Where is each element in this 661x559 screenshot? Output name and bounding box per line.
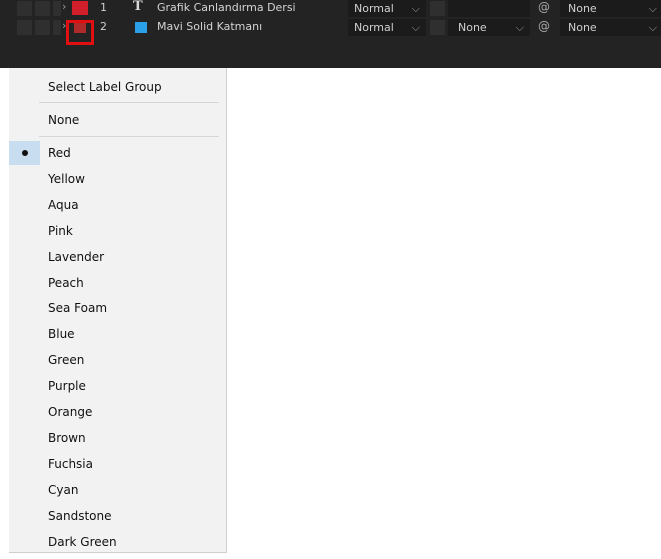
track-matte-dropdown[interactable]: None ⌵	[448, 19, 530, 36]
layer-number: 2	[100, 20, 107, 33]
menu-item-fuchsia[interactable]: Fuchsia	[48, 454, 93, 474]
lock-switch[interactable]	[53, 20, 61, 35]
layer-number: 1	[100, 1, 107, 14]
blend-mode-value: Normal	[354, 21, 394, 34]
menu-item-orange[interactable]: Orange	[48, 402, 92, 422]
menu-item-sandstone[interactable]: Sandstone	[48, 506, 111, 526]
layer-name[interactable]: Grafik Canlandırma Dersi	[157, 1, 296, 14]
pickwhip-icon[interactable]: @	[538, 19, 550, 33]
menu-item-yellow[interactable]: Yellow	[48, 169, 85, 189]
video-switch[interactable]	[17, 20, 32, 35]
menu-item-sea-foam[interactable]: Sea Foam	[48, 298, 107, 318]
menu-item-dark-green[interactable]: Dark Green	[48, 532, 117, 552]
menu-item-brown[interactable]: Brown	[48, 428, 86, 448]
solo-switch[interactable]	[35, 20, 50, 35]
menu-item-cyan[interactable]: Cyan	[48, 480, 78, 500]
blend-mode-value: Normal	[354, 2, 394, 15]
parent-value: None	[568, 2, 597, 15]
blend-mode-dropdown[interactable]: Normal ⌵	[348, 19, 426, 36]
menu-item-pink[interactable]: Pink	[48, 221, 73, 241]
parent-dropdown[interactable]: None ⌵	[560, 19, 661, 36]
solo-switch[interactable]	[35, 1, 50, 16]
menu-separator	[39, 136, 219, 137]
preserve-transparency-toggle[interactable]	[430, 1, 445, 16]
highlight-annotation-box	[66, 20, 94, 45]
chevron-down-icon: ⌵	[515, 21, 524, 34]
layer-row-1[interactable]: › 1 T Grafik Canlandırma Dersi Normal ⌵ …	[0, 0, 661, 17]
menu-item-green[interactable]: Green	[48, 350, 84, 370]
video-switch[interactable]	[17, 1, 32, 16]
chevron-down-icon: ⌵	[648, 2, 657, 15]
menu-item-lavender[interactable]: Lavender	[48, 247, 104, 267]
chevron-right-icon[interactable]: ›	[62, 0, 66, 13]
menu-item-none[interactable]: None	[48, 110, 79, 130]
label-color-swatch[interactable]	[72, 1, 88, 15]
timeline-panel: › 1 T Grafik Canlandırma Dersi Normal ⌵ …	[0, 0, 661, 68]
blend-mode-dropdown[interactable]: Normal ⌵	[348, 0, 426, 17]
track-matte-dropdown[interactable]	[448, 0, 530, 17]
menu-item-red[interactable]: Red	[48, 143, 71, 163]
parent-value: None	[568, 21, 597, 34]
lock-switch[interactable]	[53, 1, 61, 16]
menu-separator	[39, 102, 219, 103]
menu-item-blue[interactable]: Blue	[48, 324, 75, 344]
text-layer-icon: T	[133, 0, 143, 14]
layer-name[interactable]: Mavi Solid Katmanı	[157, 20, 262, 33]
menu-item-peach[interactable]: Peach	[48, 273, 84, 293]
menu-item-purple[interactable]: Purple	[48, 376, 86, 396]
solid-layer-icon	[135, 22, 147, 33]
label-context-menu: Select Label Group None Red Yellow Aqua Pin…	[9, 68, 227, 553]
layer-row-2[interactable]: › 2 Mavi Solid Katmanı Normal ⌵ None ⌵ @…	[0, 19, 661, 36]
chevron-down-icon: ⌵	[411, 2, 420, 15]
menu-item-select-label-group[interactable]: Select Label Group	[48, 77, 162, 97]
pickwhip-icon[interactable]: @	[538, 0, 550, 14]
chevron-down-icon: ⌵	[411, 21, 420, 34]
menu-item-aqua[interactable]: Aqua	[48, 195, 79, 215]
preserve-transparency-toggle[interactable]	[430, 20, 445, 35]
parent-dropdown[interactable]: None ⌵	[560, 0, 661, 17]
selected-bullet-icon	[22, 150, 28, 156]
chevron-down-icon: ⌵	[648, 21, 657, 34]
track-matte-value: None	[458, 21, 487, 34]
